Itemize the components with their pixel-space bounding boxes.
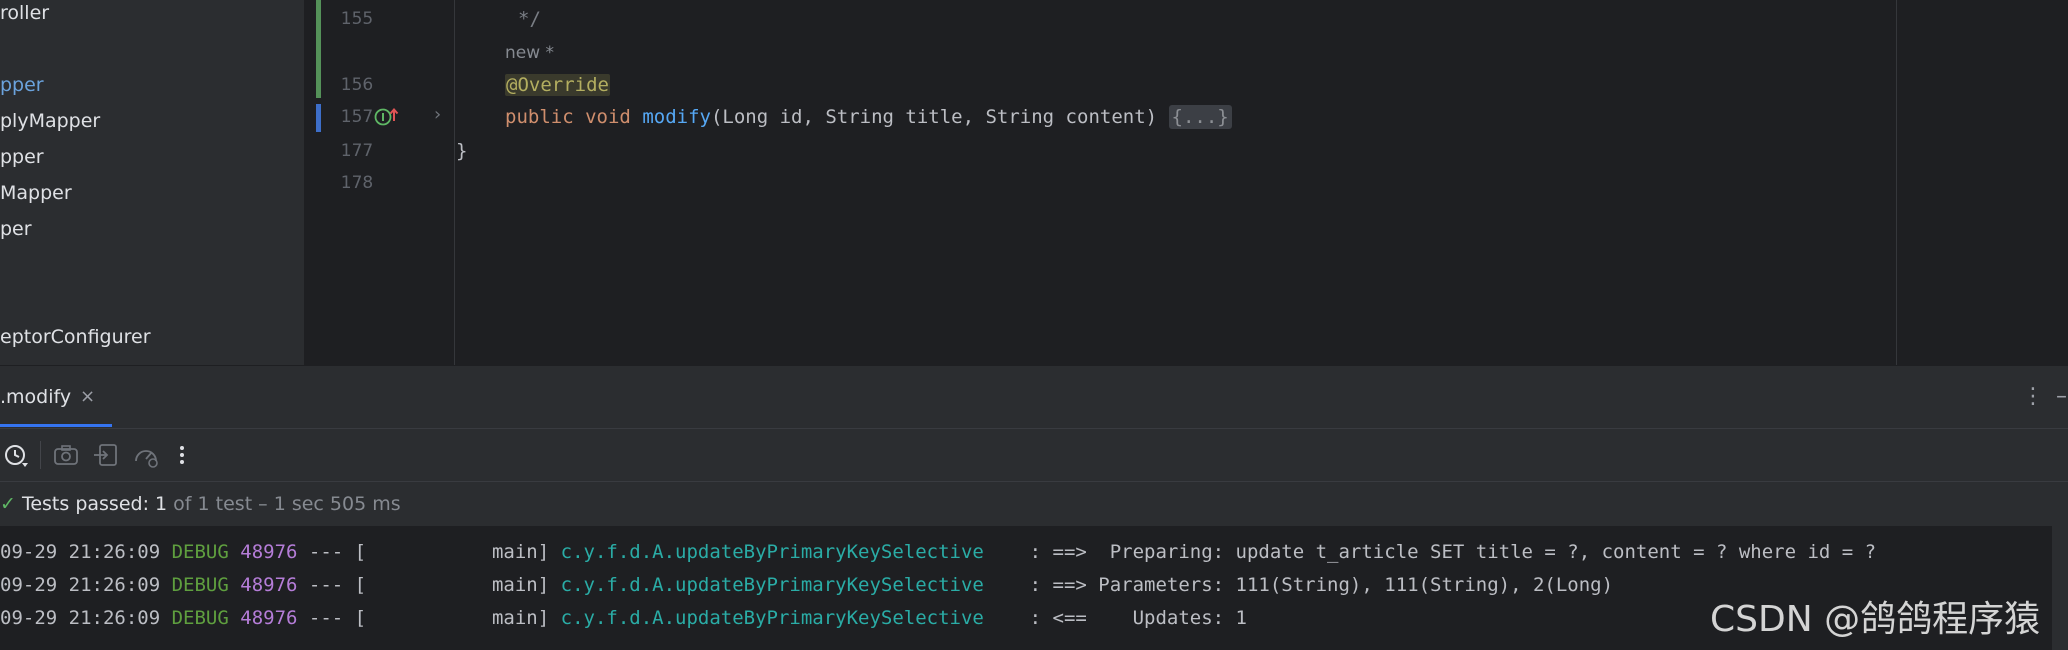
log-level: DEBUG xyxy=(171,541,229,563)
vcs-modified-marker xyxy=(316,104,321,132)
code-method-signature: public void modify(Long id, String title… xyxy=(505,101,1232,134)
run-tab-bar: .modify × ⋮ – xyxy=(0,366,2068,428)
code-editor[interactable]: 155 156 157 177 178 › */ new * @Override… xyxy=(304,0,2068,365)
log-time: 09-29 21:26:09 xyxy=(0,574,161,596)
console-line: 09-29 21:26:09 DEBUG 48976 --- [ main] c… xyxy=(0,536,1876,569)
right-margin-guide xyxy=(1896,0,1897,365)
toolbar-separator xyxy=(40,441,41,469)
code-comment-close: */ xyxy=(518,8,541,30)
method-params: (Long id, String title, String content) xyxy=(710,106,1158,128)
tree-item-mapper-selected[interactable]: pper xyxy=(0,70,44,100)
code-closing-brace: } xyxy=(456,140,468,162)
log-sep: --- [ xyxy=(308,607,367,629)
more-options-icon[interactable]: ⋮ xyxy=(2022,380,2044,414)
editor-gutter: 155 156 157 177 178 › xyxy=(304,0,454,365)
line-number: 156 xyxy=(340,75,374,95)
csdn-watermark: CSDN @鸽鸽程序猿 xyxy=(1710,599,2041,640)
implements-method-icon[interactable] xyxy=(372,106,404,128)
code-annotation-line: @Override xyxy=(505,69,610,102)
close-icon[interactable]: × xyxy=(80,380,95,414)
active-tab-indicator xyxy=(0,424,112,427)
log-time: 09-29 21:26:09 xyxy=(0,541,161,563)
tree-item-mapper-4[interactable]: per xyxy=(0,214,32,244)
speedometer-icon[interactable] xyxy=(132,441,160,469)
log-time: 09-29 21:26:09 xyxy=(0,607,161,629)
vcs-added-marker xyxy=(316,0,321,98)
log-logger[interactable]: c.y.f.d.A.updateByPrimaryKeySelective xyxy=(561,607,984,629)
fold-guide-line xyxy=(454,0,455,365)
log-level: DEBUG xyxy=(171,607,229,629)
log-level: DEBUG xyxy=(171,574,229,596)
keyword-void: void xyxy=(585,106,631,128)
log-message: : ==> Preparing: update t_article SET ti… xyxy=(1029,541,1877,563)
log-sep: --- [ xyxy=(308,541,367,563)
tree-item-mapper-3[interactable]: Mapper xyxy=(0,178,72,208)
history-icon[interactable] xyxy=(2,441,30,469)
tree-item-interceptor-configurer[interactable]: eptorConfigurer xyxy=(0,322,151,352)
check-icon: ✓ xyxy=(0,493,16,515)
log-sep: --- [ xyxy=(308,574,367,596)
override-annotation: @Override xyxy=(505,74,610,96)
log-pid: 48976 xyxy=(240,541,298,563)
log-pid: 48976 xyxy=(240,607,298,629)
project-tree-panel: roller pper plyMapper pper Mapper per ep… xyxy=(0,0,305,365)
log-thread: main] xyxy=(491,574,550,596)
camera-icon[interactable] xyxy=(52,441,80,469)
tests-passed-detail: of 1 test – 1 sec 505 ms xyxy=(173,493,401,515)
chevron-right-icon[interactable]: › xyxy=(434,104,441,125)
minimize-icon[interactable]: – xyxy=(2056,380,2067,414)
console-line: 09-29 21:26:09 DEBUG 48976 --- [ main] c… xyxy=(0,569,1613,602)
log-message: : ==> Parameters: 111(String), 111(Strin… xyxy=(1029,574,1614,596)
inlay-hint-text: new * xyxy=(505,43,555,63)
tests-passed-count: 1 xyxy=(155,493,168,515)
run-tab-modify[interactable]: .modify xyxy=(0,380,71,414)
more-icon[interactable] xyxy=(168,441,196,469)
test-status-line: ✓ Tests passed: 1 of 1 test – 1 sec 505 … xyxy=(0,484,401,524)
log-message: : <== Updates: 1 xyxy=(1029,607,1247,629)
console-scrollbar[interactable] xyxy=(2052,526,2068,650)
log-logger[interactable]: c.y.f.d.A.updateByPrimaryKeySelective xyxy=(561,541,984,563)
inlay-hint: new * xyxy=(505,36,554,69)
method-name: modify xyxy=(642,106,711,128)
line-number: 178 xyxy=(340,173,374,193)
log-pid: 48976 xyxy=(240,574,298,596)
tree-item-mapper-2[interactable]: pper xyxy=(0,142,44,172)
line-number: 177 xyxy=(340,141,374,161)
tree-item-controller[interactable]: roller xyxy=(0,0,49,28)
line-number: 155 xyxy=(340,9,374,29)
log-logger[interactable]: c.y.f.d.A.updateByPrimaryKeySelective xyxy=(561,574,984,596)
tree-item-reply-mapper[interactable]: plyMapper xyxy=(0,106,100,136)
log-thread: main] xyxy=(491,541,550,563)
console-line: 09-29 21:26:09 DEBUG 48976 --- [ main] c… xyxy=(0,602,1247,635)
keyword-public: public xyxy=(505,106,574,128)
folded-method-body[interactable]: {...} xyxy=(1168,105,1232,129)
import-icon[interactable] xyxy=(92,441,120,469)
log-thread: main] xyxy=(491,607,550,629)
tests-passed-label: Tests passed: xyxy=(21,493,149,515)
run-toolbar xyxy=(0,428,2068,482)
